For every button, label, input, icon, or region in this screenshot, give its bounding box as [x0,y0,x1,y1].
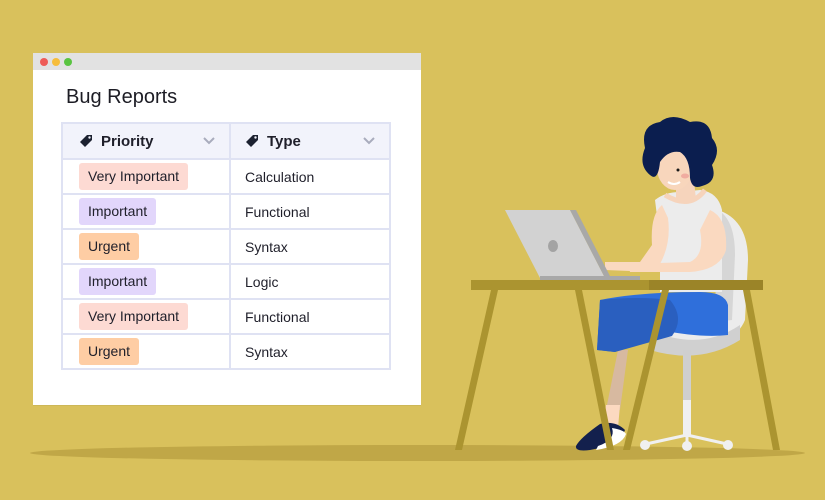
illustration-woman-at-desk [455,117,780,451]
